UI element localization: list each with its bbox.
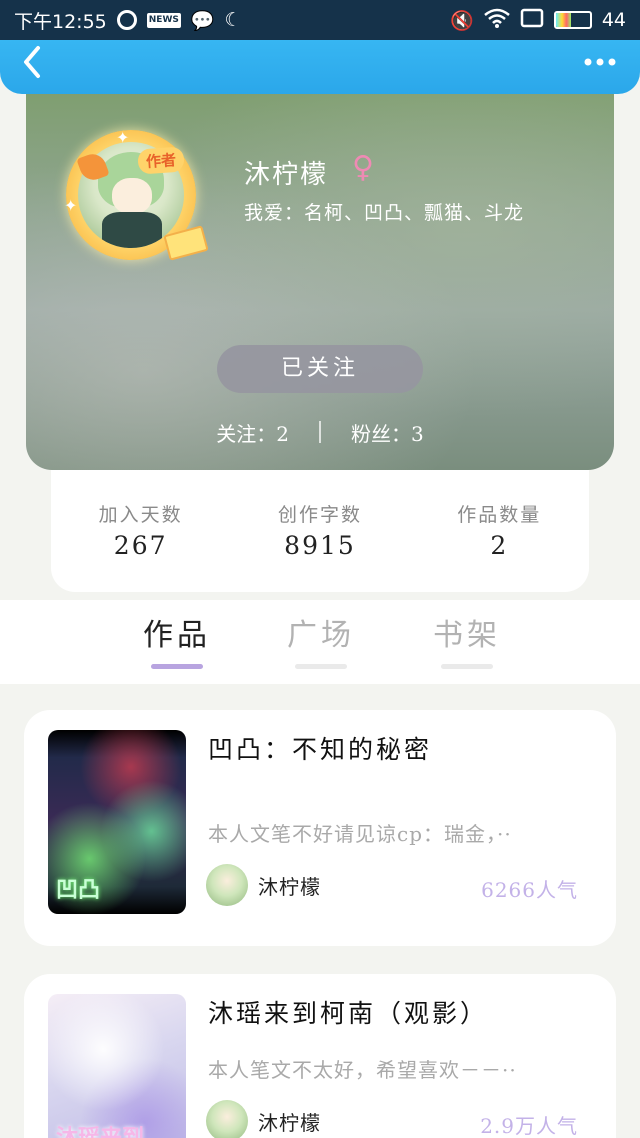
chevron-left-icon	[24, 46, 40, 78]
stat-value: 2	[490, 531, 509, 560]
work-title[interactable]: 沐瑶来到柯南（观影）	[208, 994, 488, 1030]
tab-indicator	[295, 664, 347, 669]
more-button[interactable]	[574, 44, 618, 80]
tab-indicator	[151, 664, 203, 669]
status-time: 下午12:55	[14, 10, 107, 33]
stat-work-count: 作品数量 2	[429, 500, 569, 560]
tab-label: 书架	[433, 618, 501, 653]
tab-label: 广场	[287, 618, 355, 653]
following-count[interactable]: 关注：2	[216, 418, 289, 447]
work-card[interactable]: 凹凸 凹凸：不知的秘密 本人文笔不好请见谅cp：瑞金，·· 沐柠檬 6266人气	[24, 710, 616, 946]
cover-title-art: 沐瑶来到	[56, 1120, 144, 1138]
moon-icon: ☾	[224, 9, 242, 31]
stat-label: 创作字数	[277, 504, 362, 526]
cover-title-art: 凹凸	[56, 878, 101, 903]
profile-likes: 我爱：名柯、凹凸、瓢猫、斗龙	[244, 202, 525, 224]
author-avatar	[206, 864, 248, 906]
work-card[interactable]: 沐瑶来到 沐瑶来到柯南（观影） 本人笔文不太好，希望喜欢－－·· 沐柠檬 2.9…	[24, 974, 616, 1138]
work-popularity: 2.9万人气	[480, 1114, 578, 1138]
stat-join-days: 加入天数 267	[71, 500, 211, 560]
screen-icon	[520, 8, 544, 33]
back-button[interactable]	[20, 44, 56, 84]
stat-word-count: 创作字数 8915	[250, 500, 390, 560]
alarm-icon	[116, 10, 137, 30]
status-bar: 下午12:55 NEWS 💬 ☾ 🔇 44	[0, 0, 640, 40]
author-name: 沐柠檬	[258, 1110, 321, 1135]
female-icon: ♀	[352, 150, 374, 185]
work-title[interactable]: 凹凸：不知的秘密	[208, 730, 432, 766]
author-avatar	[206, 1100, 248, 1138]
profile-tabs: 作品 广场 书架	[0, 600, 640, 684]
work-popularity: 6266人气	[481, 878, 578, 902]
mute-icon: 🔇	[450, 9, 474, 32]
stat-value: 267	[113, 531, 168, 560]
work-cover-image[interactable]: 沐瑶来到	[48, 994, 186, 1138]
divider	[319, 421, 321, 443]
top-nav	[0, 40, 640, 94]
tab-indicator	[441, 664, 493, 669]
battery-level: 44	[601, 9, 626, 31]
chat-bubble-icon: 💬	[190, 9, 215, 32]
tab-label: 作品	[143, 618, 211, 653]
wifi-icon	[484, 8, 510, 33]
stat-label: 作品数量	[457, 504, 542, 526]
work-author[interactable]: 沐柠檬	[206, 864, 321, 906]
battery-icon	[553, 11, 592, 29]
followers-count[interactable]: 粉丝：3	[351, 418, 424, 447]
more-dots-icon	[584, 58, 616, 66]
stat-value: 8915	[284, 531, 356, 560]
follow-button[interactable]: 已关注	[217, 345, 423, 393]
sparkle-icon: ✦	[64, 196, 78, 215]
work-cover-image[interactable]: 凹凸	[48, 730, 186, 914]
work-description: 本人文笔不好请见谅cp：瑞金，··	[208, 822, 512, 846]
tab-square[interactable]: 广场	[276, 610, 366, 669]
stat-label: 加入天数	[98, 504, 183, 526]
stats-card: 加入天数 267 创作字数 8915 作品数量 2	[51, 470, 589, 592]
follow-stats: 关注：2 粉丝：3	[26, 416, 614, 448]
work-description: 本人笔文不太好，希望喜欢－－··	[208, 1058, 517, 1082]
sparkle-icon: ✦	[116, 128, 130, 147]
author-name: 沐柠檬	[258, 874, 321, 899]
author-badge: 作者	[137, 146, 185, 175]
tab-works[interactable]: 作品	[132, 610, 222, 669]
username: 沐柠檬	[244, 160, 329, 190]
news-app-icon: NEWS	[146, 12, 181, 28]
work-author[interactable]: 沐柠檬	[206, 1100, 321, 1138]
tab-bookshelf[interactable]: 书架	[422, 610, 512, 669]
profile-header: 作者 ✦ ✦ 沐柠檬 ♀ 我爱：名柯、凹凸、瓢猫、斗龙 已关注 关注：2 粉丝：…	[26, 70, 614, 470]
